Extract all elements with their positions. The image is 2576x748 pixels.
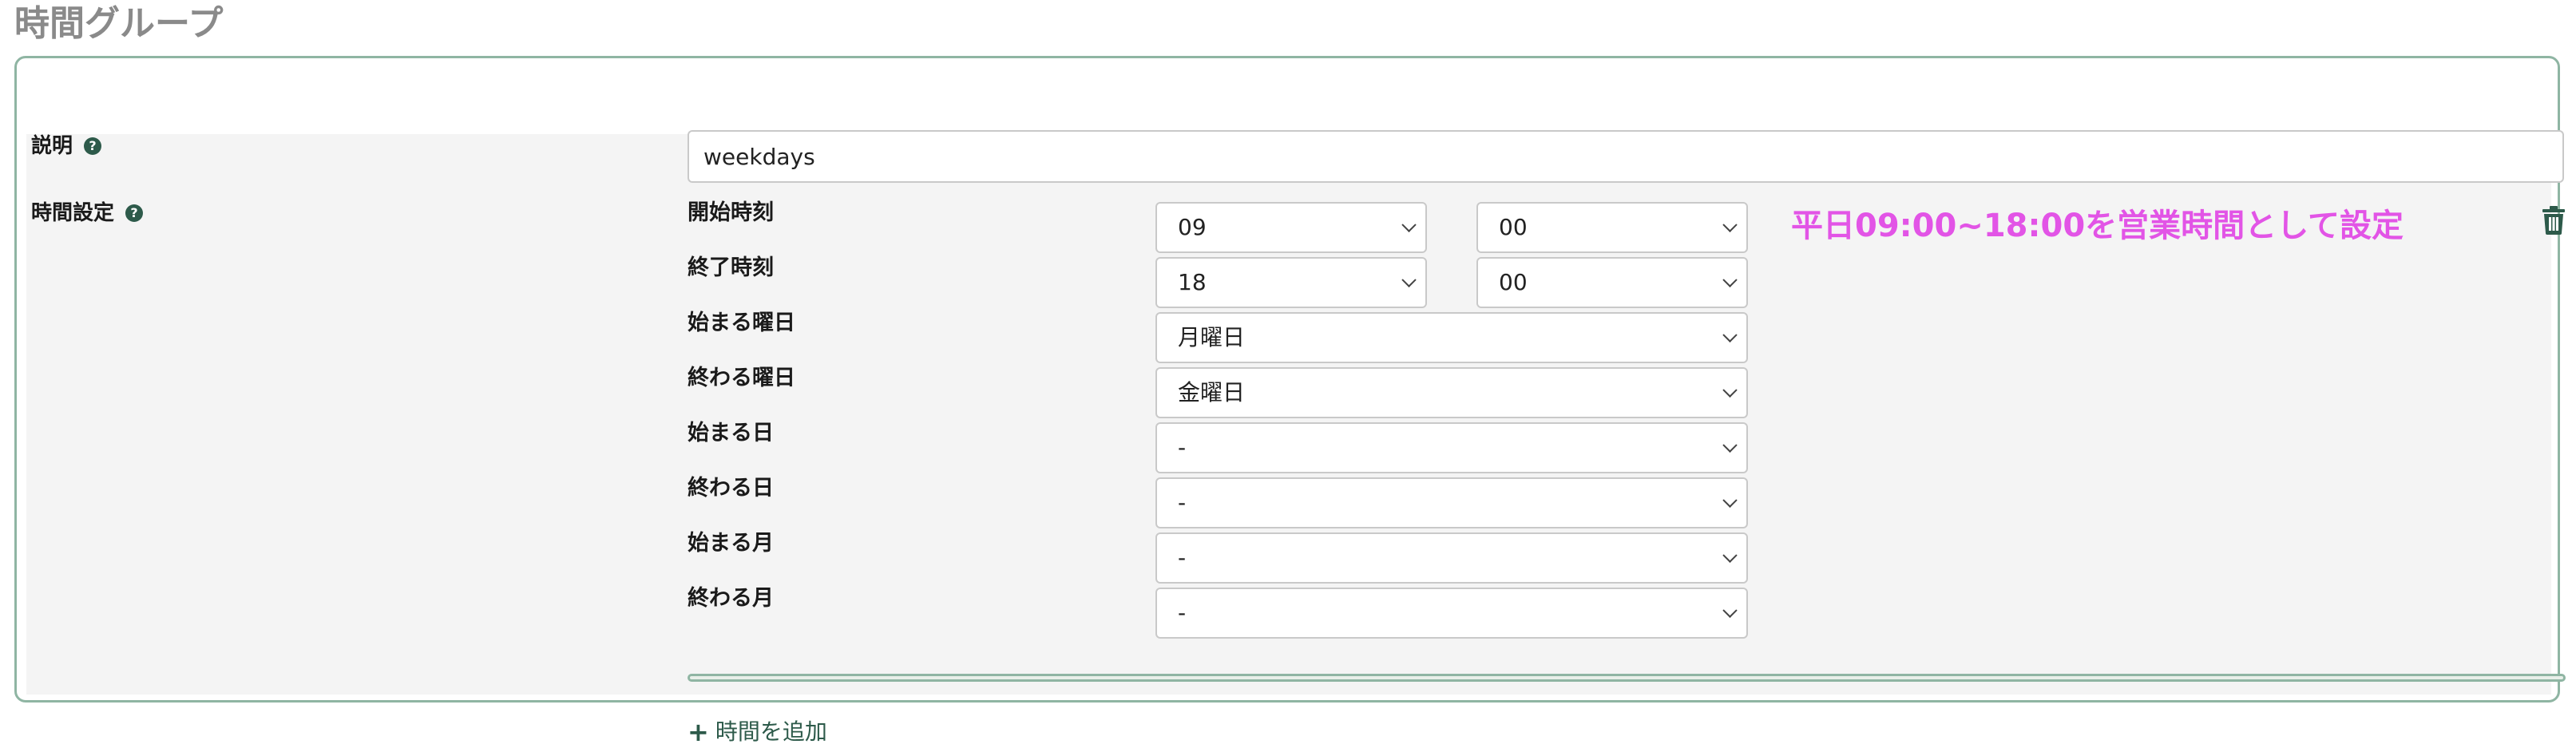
start-weekday-label: 始まる曜日 (688, 311, 795, 335)
end-month-select[interactable]: - (1155, 588, 1748, 639)
chevron-down-icon (1401, 272, 1417, 287)
end-month-value: - (1178, 600, 1187, 626)
chevron-down-icon (1722, 548, 1738, 563)
add-time-label: 時間を追加 (715, 718, 827, 745)
description-input[interactable] (688, 130, 2564, 183)
start-hour-value: 09 (1178, 214, 1207, 240)
chevron-down-icon (1722, 493, 1738, 508)
chevron-down-icon (1722, 603, 1738, 618)
end-weekday-select[interactable]: 金曜日 (1155, 367, 1748, 418)
end-weekday-label: 終わる曜日 (688, 366, 795, 390)
start-hour-select[interactable]: 09 (1155, 202, 1427, 253)
section-divider (688, 674, 2566, 682)
add-time-link[interactable]: + 時間を追加 (688, 716, 827, 748)
end-month-label: 終わる月 (688, 586, 774, 611)
chevron-down-icon (1722, 437, 1738, 453)
time-group-panel: 説明 ? 時間設定 ? 開始時刻 09 00 終了時刻 18 00 始まる曜日 … (14, 56, 2566, 747)
start-weekday-select[interactable]: 月曜日 (1155, 312, 1748, 363)
start-month-value: - (1178, 544, 1187, 571)
start-weekday-value: 月曜日 (1178, 324, 1246, 350)
end-day-select[interactable]: - (1155, 477, 1748, 528)
start-month-label: 始まる月 (688, 531, 774, 556)
description-label-text: 説明 (31, 134, 73, 158)
chevron-down-icon (1401, 217, 1417, 232)
end-time-label: 終了時刻 (688, 255, 774, 280)
time-settings-label-text: 時間設定 (31, 201, 115, 225)
end-hour-select[interactable]: 18 (1155, 257, 1427, 308)
trash-icon[interactable] (2542, 206, 2566, 235)
start-minute-select[interactable]: 00 (1476, 202, 1748, 253)
question-circle-icon[interactable]: ? (125, 204, 144, 222)
business-hours-note: 平日09:00~18:00を営業時間として設定 (1791, 208, 2404, 244)
page-title: 時間グループ (14, 3, 224, 44)
question-circle-icon[interactable]: ? (84, 137, 102, 155)
end-minute-select[interactable]: 00 (1476, 257, 1748, 308)
chevron-down-icon (1722, 217, 1738, 232)
start-day-select[interactable]: - (1155, 422, 1748, 473)
end-day-value: - (1178, 489, 1187, 516)
start-minute-value: 00 (1499, 214, 1528, 240)
start-day-value: - (1178, 434, 1187, 461)
description-label: 説明 ? (31, 132, 102, 160)
start-day-label: 始まる日 (688, 421, 774, 445)
end-minute-value: 00 (1499, 269, 1528, 295)
chevron-down-icon (1722, 382, 1738, 398)
end-day-label: 終わる日 (688, 476, 774, 501)
end-hour-value: 18 (1178, 269, 1207, 295)
plus-icon: + (688, 717, 709, 747)
chevron-down-icon (1722, 272, 1738, 287)
start-month-select[interactable]: - (1155, 532, 1748, 584)
chevron-down-icon (1722, 327, 1738, 342)
start-time-label: 開始時刻 (688, 200, 774, 225)
time-settings-label: 時間設定 ? (31, 199, 144, 228)
end-weekday-value: 金曜日 (1178, 379, 1246, 406)
